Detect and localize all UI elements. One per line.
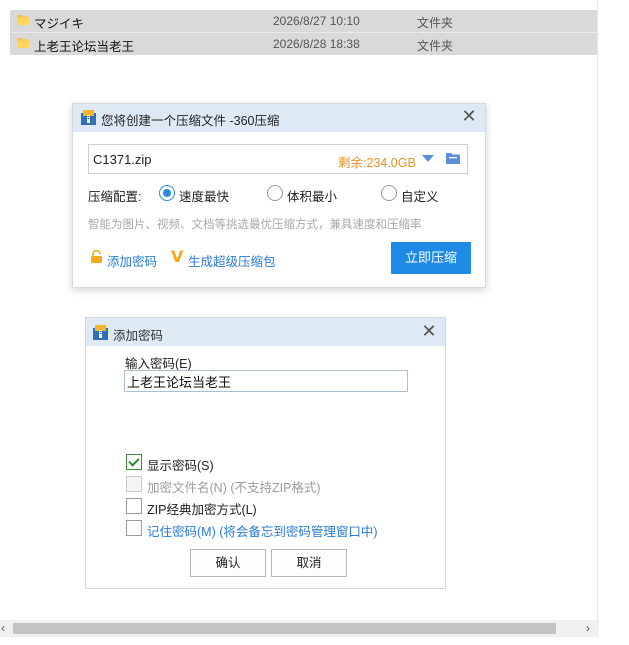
- file-name: マジイキ: [34, 17, 85, 31]
- zip-classic-encryption-checkbox[interactable]: [126, 498, 142, 514]
- password-dialog: 添加密码 ✕ 输入密码(E) 上老王论坛当老王 显示密码(S) 加密文件名(N)…: [85, 317, 446, 589]
- compress-hint: 智能为图片、视频、文档等挑选最优压缩方式，兼具速度和压缩率: [88, 219, 422, 231]
- password-input[interactable]: 上老王论坛当老王: [124, 370, 408, 392]
- file-date: 2026/8/27 10:10: [273, 14, 360, 28]
- show-password-checkbox[interactable]: [126, 454, 142, 470]
- close-icon[interactable]: ✕: [420, 322, 438, 340]
- file-row[interactable]: マジイキ 2026/8/27 10:10 文件夹: [10, 10, 597, 32]
- file-date: 2026/8/28 18:38: [273, 37, 360, 51]
- scroll-left-icon[interactable]: ‹: [1, 620, 5, 637]
- compress-dialog: 您将创建一个压缩文件 -360压缩 ✕ C1371.zip 剩余:234.0GB…: [72, 103, 486, 288]
- window-edge: [597, 0, 598, 620]
- compress-dialog-titlebar[interactable]: 您将创建一个压缩文件 -360压缩 ✕: [73, 104, 485, 132]
- password-dialog-titlebar[interactable]: 添加密码 ✕: [86, 318, 445, 346]
- file-type: 文件夹: [417, 16, 454, 30]
- archive-file-name: C1371.zip: [93, 152, 152, 167]
- zip-classic-encryption-label[interactable]: ZIP经典加密方式(L): [147, 499, 257, 518]
- scroll-right-icon[interactable]: ›: [586, 620, 590, 637]
- archive-name-field[interactable]: C1371.zip 剩余:234.0GB: [88, 144, 468, 174]
- app-icon: [93, 325, 108, 340]
- close-icon[interactable]: ✕: [460, 107, 478, 125]
- lock-icon: [91, 250, 102, 263]
- encrypt-filename-checkbox: [126, 476, 142, 492]
- compress-dialog-title: 您将创建一个压缩文件 -360压缩: [101, 114, 280, 128]
- option-fastest-label[interactable]: 速度最快: [179, 186, 229, 205]
- horizontal-scrollbar[interactable]: ‹ ›: [0, 620, 599, 637]
- browse-folder-icon[interactable]: [446, 152, 460, 164]
- compress-config-label: 压缩配置:: [88, 190, 142, 204]
- free-space-label: 剩余:234.0GB: [338, 156, 416, 170]
- radio-smallest[interactable]: [267, 185, 283, 201]
- scrollbar-thumb[interactable]: [13, 623, 556, 634]
- add-password-link[interactable]: 添加密码: [107, 251, 157, 270]
- radio-fastest[interactable]: [159, 185, 175, 201]
- radio-custom[interactable]: [381, 185, 397, 201]
- encrypt-filename-label: 加密文件名(N) (不支持ZIP格式): [147, 481, 321, 495]
- option-smallest-label[interactable]: 体积最小: [287, 186, 337, 205]
- super-pack-link[interactable]: 生成超级压缩包: [188, 251, 276, 270]
- vip-icon: V: [171, 247, 184, 266]
- dropdown-arrow-icon[interactable]: [422, 155, 434, 162]
- remember-password-checkbox[interactable]: [126, 520, 142, 536]
- file-list: マジイキ 2026/8/27 10:10 文件夹 上老王论坛当老王 2026/8…: [10, 10, 597, 55]
- folder-icon: [17, 38, 29, 48]
- file-type: 文件夹: [417, 39, 454, 53]
- show-password-label[interactable]: 显示密码(S): [147, 455, 214, 474]
- file-name: 上老王论坛当老王: [34, 40, 135, 54]
- cancel-button[interactable]: 取消: [271, 549, 347, 577]
- remember-password-label[interactable]: 记住密码(M) (将会备忘到密码管理窗口中): [147, 521, 378, 540]
- option-custom-label[interactable]: 自定义: [401, 186, 439, 205]
- file-row[interactable]: 上老王论坛当老王 2026/8/28 18:38 文件夹: [10, 32, 597, 55]
- folder-icon: [17, 15, 29, 25]
- compress-now-button[interactable]: 立即压缩: [391, 242, 471, 274]
- app-icon: [81, 110, 96, 125]
- password-dialog-title: 添加密码: [113, 329, 164, 343]
- ok-button[interactable]: 确认: [190, 549, 266, 577]
